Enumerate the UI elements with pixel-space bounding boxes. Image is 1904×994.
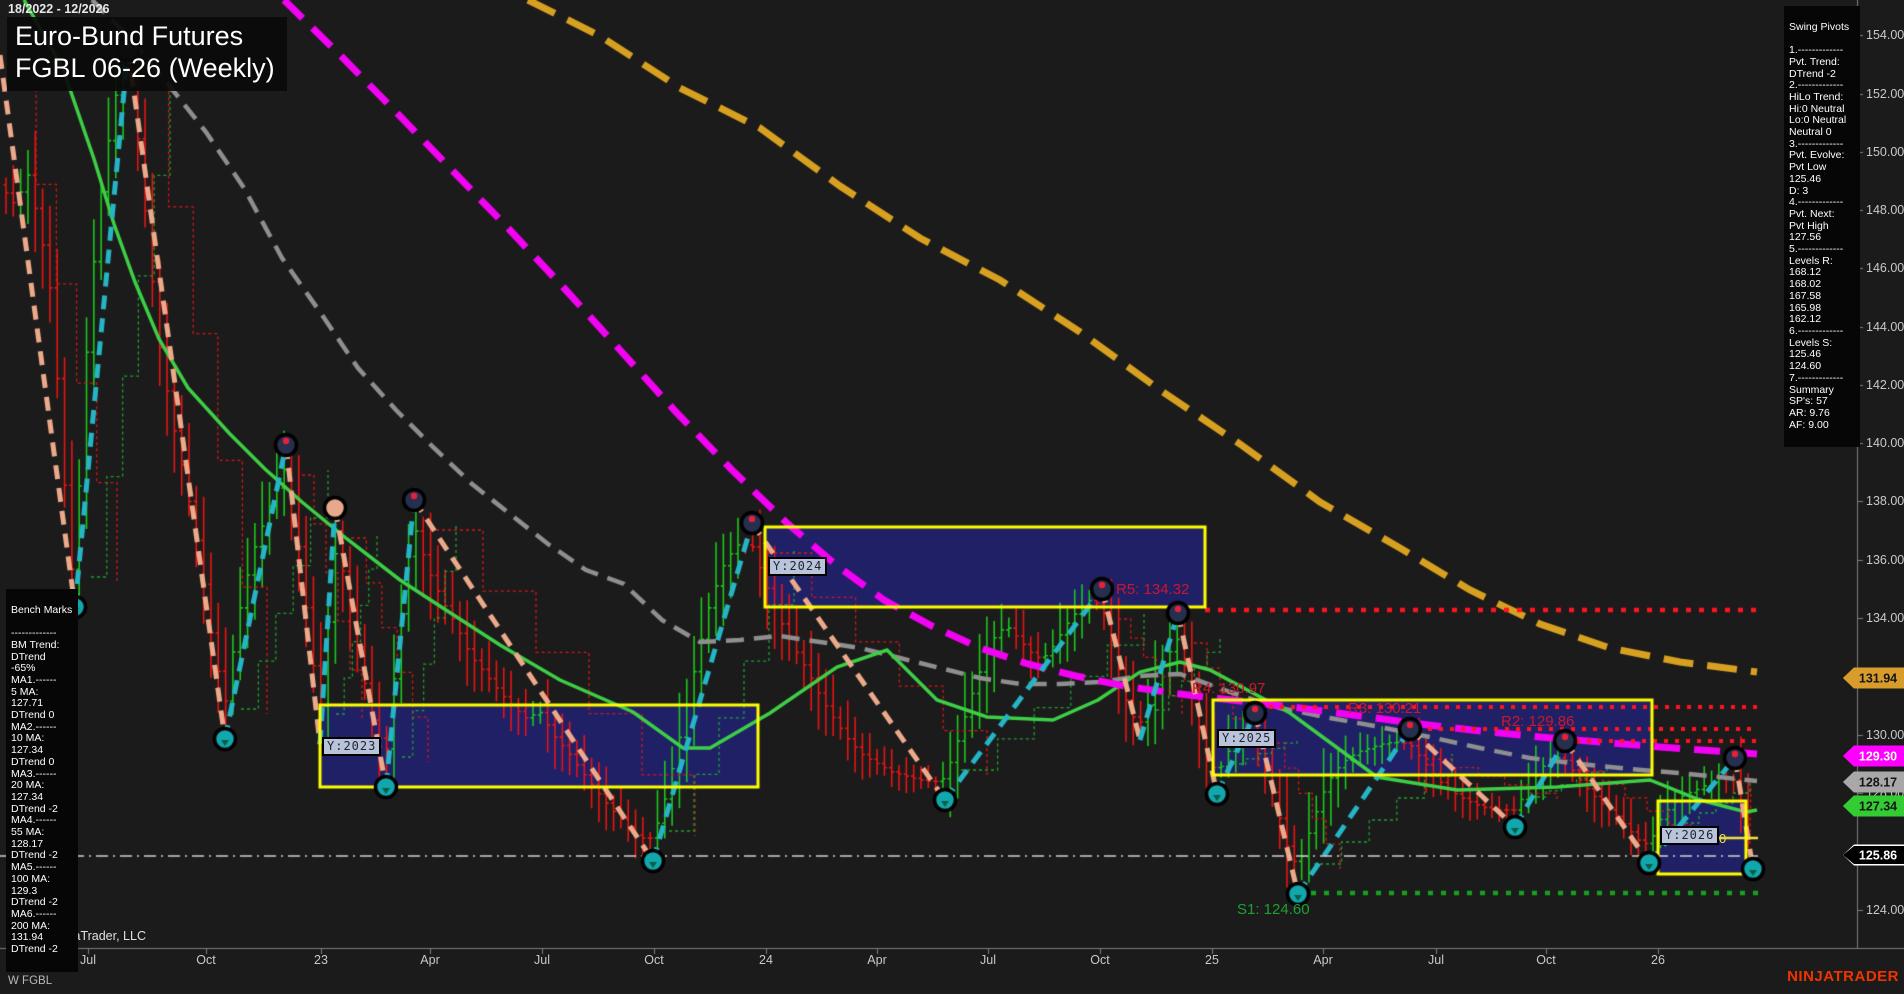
level-annotation: R3: 130.21 — [1348, 700, 1422, 717]
price-tick-label: 138.00 — [1866, 494, 1904, 508]
price-tick-label: 134.00 — [1866, 611, 1904, 625]
year-box-label[interactable]: Y:2023 — [322, 737, 382, 756]
price-marker-value: 127.34 — [1843, 795, 1904, 817]
time-tick-label: Jul — [80, 953, 96, 967]
price-marker-value: 128.17 — [1843, 771, 1904, 793]
time-tick-label: Apr — [420, 953, 440, 967]
ninjatrader-chart-window: 18/2022 - 12/2026 Euro-Bund Futures FGBL… — [0, 0, 1904, 994]
ninjatrader-logo: NINJATRADER — [1787, 968, 1899, 985]
time-tick-label: Oct — [644, 953, 664, 967]
price-marker-tag: 129.30 — [1843, 745, 1904, 767]
time-tick-label: Jul — [1428, 953, 1444, 967]
price-tick-label: 146.00 — [1866, 261, 1904, 275]
time-tick-label: 26 — [1651, 953, 1665, 967]
price-marker-value: 125.86 — [1843, 845, 1904, 866]
level-annotation: R5: 134.32 — [1116, 581, 1190, 598]
time-tick-label: 24 — [759, 953, 773, 967]
instrument-label: W FGBL — [8, 975, 53, 987]
price-tick-label: 150.00 — [1866, 145, 1904, 159]
chart-canvas[interactable] — [0, 0, 1904, 994]
bench-marks-panel: Bench Marks ------------- BM Trend: DTre… — [6, 589, 78, 972]
level-annotation: R2: 129.86 — [1501, 713, 1575, 730]
time-tick-label: Apr — [867, 953, 887, 967]
time-tick-label: Apr — [1313, 953, 1333, 967]
year-box-label[interactable]: Y:2025 — [1217, 729, 1277, 748]
chart-title: Euro-Bund Futures FGBL 06-26 (Weekly) — [7, 17, 287, 91]
year-box-label[interactable]: Y:2024 — [768, 557, 828, 576]
swing-pivots-title: Swing Pivots — [1789, 20, 1850, 33]
price-marker-tag: 131.94 — [1843, 667, 1904, 689]
price-tick-label: 140.00 — [1866, 436, 1904, 450]
price-tick-label: 130.00 — [1866, 728, 1904, 742]
year-box-label[interactable]: Y:2026 — [1660, 826, 1720, 845]
time-tick-label: Jul — [980, 953, 996, 967]
price-tick-label: 144.00 — [1866, 320, 1904, 334]
price-tick-label: 124.00 — [1866, 903, 1904, 917]
time-tick-label: Oct — [1090, 953, 1110, 967]
price-tick-label: 136.00 — [1866, 553, 1904, 567]
price-marker-tag: 127.34 — [1843, 795, 1904, 817]
bench-marks-lines: ------------- BM Trend: DTrend -65% MA1.… — [11, 627, 60, 956]
price-tick-label: 142.00 — [1866, 378, 1904, 392]
price-marker-tag: 128.17 — [1843, 771, 1904, 793]
price-marker-value: 129.30 — [1843, 745, 1904, 767]
chart-title-line1: Euro-Bund Futures — [15, 21, 244, 51]
level-annotation: R4: 130.97 — [1192, 680, 1266, 697]
price-tick-label: 148.00 — [1866, 203, 1904, 217]
level-annotation: S1: 124.60 — [1237, 901, 1310, 918]
date-range-label: 18/2022 - 12/2026 — [8, 2, 110, 16]
time-tick-label: 25 — [1205, 953, 1219, 967]
time-tick-label: 23 — [314, 953, 328, 967]
time-tick-label: Jul — [534, 953, 550, 967]
price-marker-tag: 125.86 — [1843, 844, 1904, 866]
swing-pivots-lines: 1.------------- Pvt. Trend: DTrend -2 2.… — [1789, 44, 1847, 431]
time-tick-label: Oct — [196, 953, 216, 967]
chart-title-line2: FGBL 06-26 (Weekly) — [15, 53, 275, 83]
swing-pivots-panel: Swing Pivots 1.------------- Pvt. Trend:… — [1784, 6, 1860, 448]
price-tick-label: 154.00 — [1866, 28, 1904, 42]
bench-marks-title: Bench Marks — [11, 603, 73, 616]
time-tick-label: Oct — [1536, 953, 1556, 967]
price-tick-label: 152.00 — [1866, 87, 1904, 101]
price-marker-value: 131.94 — [1843, 667, 1904, 689]
